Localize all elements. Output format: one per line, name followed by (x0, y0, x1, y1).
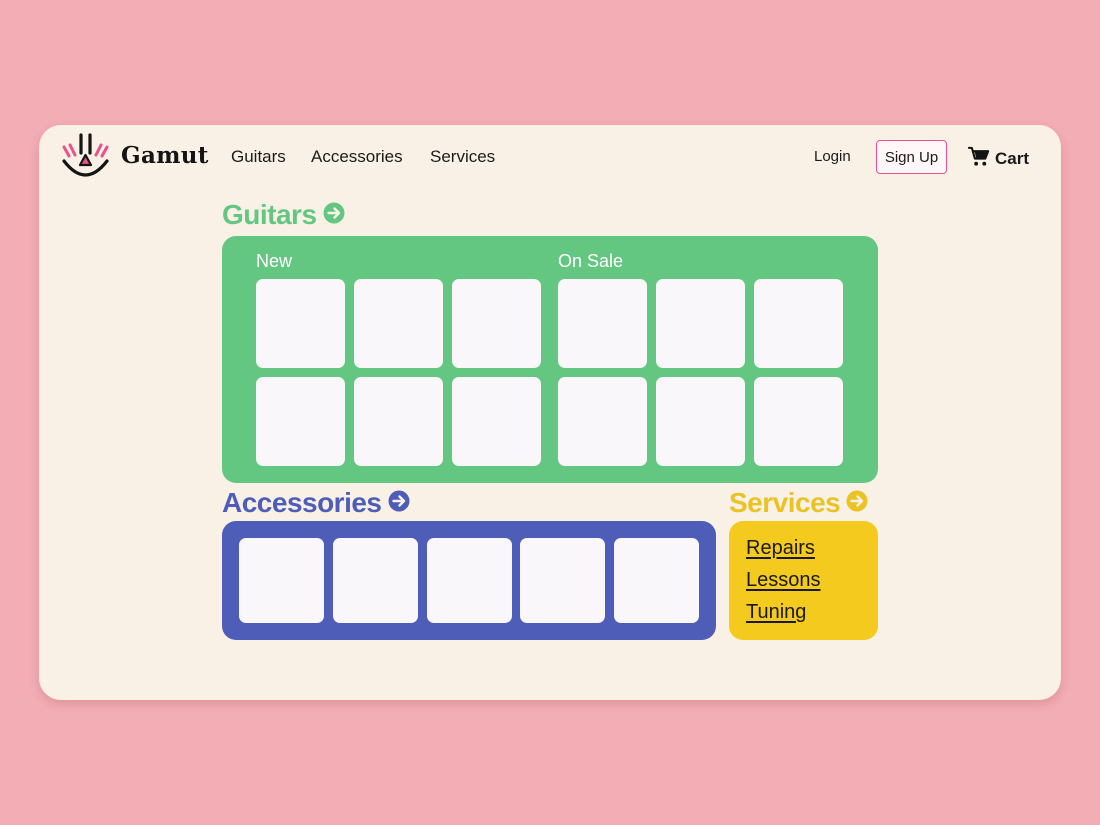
guitars-panel: New On Sale (222, 236, 878, 483)
app-window: Gamut Guitars Accessories Services Login… (39, 125, 1061, 700)
accessory-tile[interactable] (520, 538, 605, 623)
accessory-tile[interactable] (239, 538, 324, 623)
guitar-tile-new[interactable] (452, 279, 541, 368)
service-link-lessons[interactable]: Lessons (746, 569, 821, 592)
signup-button[interactable]: Sign Up (876, 140, 947, 174)
group-label-new: New (256, 251, 293, 271)
arrow-right-circle-icon[interactable] (382, 487, 410, 519)
guitar-tile-new[interactable] (256, 279, 345, 368)
arrow-right-circle-icon[interactable] (317, 199, 345, 231)
service-link-tuning[interactable]: Tuning (746, 601, 806, 624)
accessory-tile[interactable] (427, 538, 512, 623)
guitars-title-text: Guitars (222, 199, 317, 230)
accessories-title-text: Accessories (222, 487, 382, 518)
accessories-panel (222, 521, 716, 640)
accessory-tile[interactable] (333, 538, 418, 623)
logo-icon[interactable] (60, 131, 112, 183)
guitar-tile-new[interactable] (354, 377, 443, 466)
accessories-section-title[interactable]: Accessories (222, 487, 410, 519)
guitar-tile-new[interactable] (452, 377, 541, 466)
guitar-tile-on-sale[interactable] (656, 279, 745, 368)
guitar-tile-on-sale[interactable] (558, 279, 647, 368)
login-link[interactable]: Login (814, 148, 851, 165)
guitar-tile-on-sale[interactable] (558, 377, 647, 466)
nav-guitars[interactable]: Guitars (231, 147, 286, 167)
guitar-tile-on-sale[interactable] (754, 377, 843, 466)
brand-name[interactable]: Gamut (121, 142, 209, 169)
services-title-text: Services (729, 487, 841, 518)
arrow-right-circle-icon[interactable] (840, 487, 868, 519)
cart-button[interactable]: Cart (967, 145, 1030, 173)
nav-accessories[interactable]: Accessories (311, 147, 403, 167)
service-link-repairs[interactable]: Repairs (746, 537, 815, 560)
nav-services[interactable]: Services (430, 147, 495, 167)
cart-label: Cart (995, 149, 1030, 168)
guitar-tile-on-sale[interactable] (754, 279, 843, 368)
services-panel: Repairs Lessons Tuning (729, 521, 878, 640)
guitars-section-title[interactable]: Guitars (222, 199, 345, 231)
shopping-cart-icon (967, 145, 991, 173)
guitar-tile-on-sale[interactable] (656, 377, 745, 466)
guitar-tile-new[interactable] (256, 377, 345, 466)
services-section-title[interactable]: Services (729, 487, 868, 519)
accessory-tile[interactable] (614, 538, 699, 623)
guitar-tile-new[interactable] (354, 279, 443, 368)
group-label-on-sale: On Sale (558, 251, 624, 271)
